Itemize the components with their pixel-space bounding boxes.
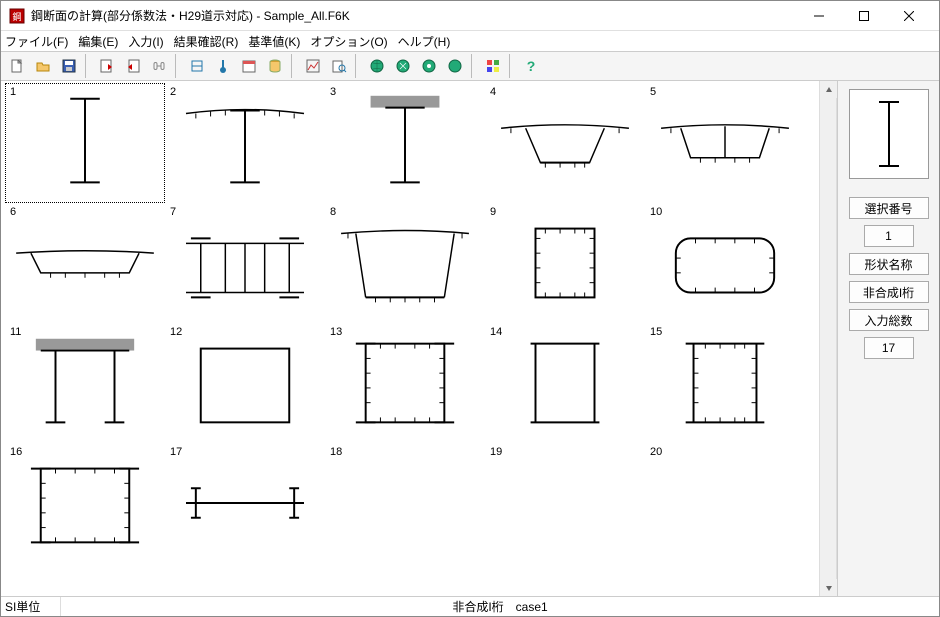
input-count-value: 17 (864, 337, 914, 359)
titlebar: 鋼 鋼断面の計算(部分係数法・H29道示対応) - Sample_All.F6K (1, 1, 939, 31)
shape-name-label[interactable]: 形状名称 (849, 253, 929, 275)
shape-cell-3[interactable]: 3 (325, 83, 485, 203)
menu-edit[interactable]: 編集(E) (78, 33, 118, 50)
input-count-label[interactable]: 入力総数 (849, 309, 929, 331)
globe2-icon[interactable] (391, 54, 415, 78)
minimize-button[interactable] (796, 2, 841, 30)
select-number-value: 1 (864, 225, 914, 247)
status-bar: SI単位 非合成I桁 case1 (1, 596, 939, 616)
temperature-icon[interactable] (211, 54, 235, 78)
side-panel: 選択番号 1 形状名称 非合成I桁 入力総数 17 (837, 81, 939, 596)
svg-text:鋼: 鋼 (12, 11, 21, 22)
section-icon[interactable] (185, 54, 209, 78)
window-title: 鋼断面の計算(部分係数法・H29道示対応) - Sample_All.F6K (31, 7, 796, 24)
shape-cell-12[interactable]: 12 (165, 323, 325, 443)
shape-gallery: 1 2 3 4 5 6 (1, 81, 819, 596)
shape-cell-19[interactable]: 19 (485, 443, 645, 563)
cell-number: 18 (330, 446, 342, 458)
close-button[interactable] (886, 2, 931, 30)
open-file-icon[interactable] (31, 54, 55, 78)
app-icon: 鋼 (9, 8, 25, 24)
menubar: ファイル(F) 編集(E) 入力(I) 結果確認(R) 基準値(K) オプション… (1, 31, 939, 51)
shape-cell-15[interactable]: 15 (645, 323, 805, 443)
shape-cell-18[interactable]: 18 (325, 443, 485, 563)
shape-cell-13[interactable]: 13 (325, 323, 485, 443)
globe3-icon[interactable] (417, 54, 441, 78)
shape-cell-20[interactable]: 20 (645, 443, 805, 563)
toolbar: ? (1, 51, 939, 81)
shape-cell-6[interactable]: 6 (5, 203, 165, 323)
menu-file[interactable]: ファイル(F) (5, 33, 68, 50)
export-icon[interactable] (121, 54, 145, 78)
menu-standard[interactable]: 基準値(K) (248, 33, 300, 50)
shape-cell-9[interactable]: 9 (485, 203, 645, 323)
menu-help[interactable]: ヘルプ(H) (398, 33, 451, 50)
globe1-icon[interactable] (365, 54, 389, 78)
help-icon[interactable]: ? (519, 54, 543, 78)
menu-input[interactable]: 入力(I) (128, 33, 163, 50)
shape-cell-11[interactable]: 11 (5, 323, 165, 443)
database-icon[interactable] (263, 54, 287, 78)
shape-cell-5[interactable]: 5 (645, 83, 805, 203)
new-file-icon[interactable] (5, 54, 29, 78)
svg-text:?: ? (527, 58, 536, 74)
shape-cell-10[interactable]: 10 (645, 203, 805, 323)
maximize-button[interactable] (841, 2, 886, 30)
preview-icon[interactable] (327, 54, 351, 78)
shape-cell-17[interactable]: 17 (165, 443, 325, 563)
chart-icon[interactable] (301, 54, 325, 78)
shape-cell-8[interactable]: 8 (325, 203, 485, 323)
scroll-down-arrow-icon[interactable] (820, 579, 837, 596)
shape-cell-7[interactable]: 7 (165, 203, 325, 323)
globe4-icon[interactable] (443, 54, 467, 78)
shape-cell-2[interactable]: 2 (165, 83, 325, 203)
shape-preview (849, 89, 929, 179)
vertical-scrollbar[interactable] (819, 81, 836, 596)
calendar-icon[interactable] (237, 54, 261, 78)
shape-cell-1[interactable]: 1 (5, 83, 165, 203)
shape-cell-4[interactable]: 4 (485, 83, 645, 203)
select-number-label[interactable]: 選択番号 (849, 197, 929, 219)
menu-option[interactable]: オプション(O) (310, 33, 387, 50)
shape-cell-14[interactable]: 14 (485, 323, 645, 443)
content-area: 1 2 3 4 5 6 (1, 81, 939, 596)
status-center: 非合成I桁 case1 (61, 598, 939, 615)
palette-icon[interactable] (481, 54, 505, 78)
save-file-icon[interactable] (57, 54, 81, 78)
shape-cell-16[interactable]: 16 (5, 443, 165, 563)
scroll-up-arrow-icon[interactable] (820, 81, 837, 98)
shape-name-value[interactable]: 非合成I桁 (849, 281, 929, 303)
status-unit: SI単位 (1, 597, 61, 616)
link-icon[interactable] (147, 54, 171, 78)
cell-number: 19 (490, 446, 502, 458)
import-icon[interactable] (95, 54, 119, 78)
menu-result[interactable]: 結果確認(R) (174, 33, 239, 50)
cell-number: 20 (650, 446, 662, 458)
